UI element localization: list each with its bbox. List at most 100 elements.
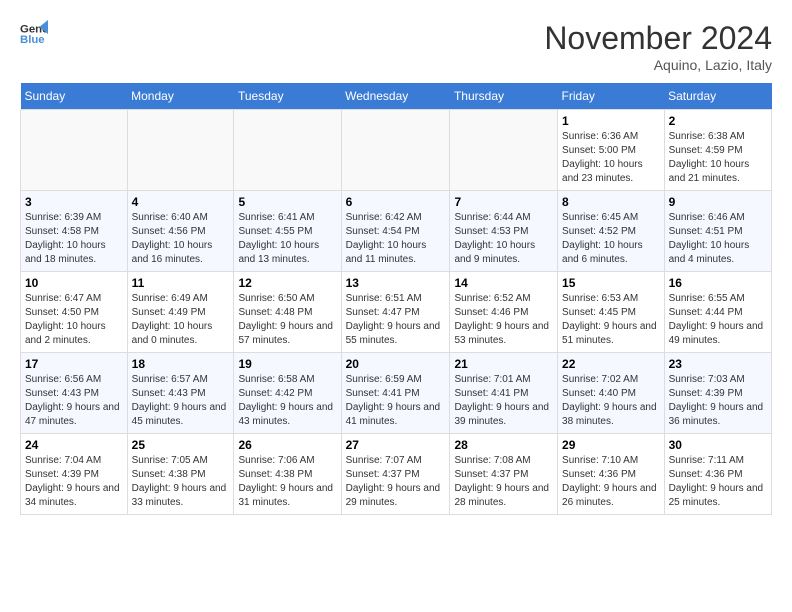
day-info: Sunrise: 7:11 AM Sunset: 4:36 PM Dayligh… bbox=[669, 454, 767, 510]
day-number: 12 bbox=[238, 276, 336, 290]
day-number: 2 bbox=[669, 114, 767, 128]
day-number: 14 bbox=[454, 276, 553, 290]
day-cell: 25Sunrise: 7:05 AM Sunset: 4:38 PM Dayli… bbox=[127, 434, 234, 515]
week-row-4: 17 Sunrise: 6:56 AM Sunset: 4:43 PM Dayli… bbox=[21, 353, 772, 434]
day-cell: 6 Sunrise: 6:42 AM Sunset: 4:54 PM Daylig… bbox=[341, 191, 450, 272]
day-info: Sunrise: 6:45 AM Sunset: 4:52 PM Dayligh… bbox=[562, 211, 660, 267]
day-cell: 19 Sunrise: 6:58 AM Sunset: 4:42 PM Dayli… bbox=[234, 353, 341, 434]
day-info: Sunrise: 6:58 AM Sunset: 4:42 PM Dayligh… bbox=[238, 373, 336, 429]
day-cell: 16 Sunrise: 6:55 AM Sunset: 4:44 PM Dayli… bbox=[664, 272, 771, 353]
day-cell bbox=[234, 110, 341, 191]
day-cell: 9 Sunrise: 6:46 AM Sunset: 4:51 PM Daylig… bbox=[664, 191, 771, 272]
day-number: 9 bbox=[669, 195, 767, 209]
col-monday: Monday bbox=[127, 83, 234, 110]
day-number: 22 bbox=[562, 357, 660, 371]
header-row: Sunday Monday Tuesday Wednesday Thursday… bbox=[21, 83, 772, 110]
day-info: Sunrise: 6:46 AM Sunset: 4:51 PM Dayligh… bbox=[669, 211, 767, 267]
day-info: Sunrise: 6:42 AM Sunset: 4:54 PM Dayligh… bbox=[346, 211, 446, 267]
week-row-5: 24Sunrise: 7:04 AM Sunset: 4:39 PM Dayli… bbox=[21, 434, 772, 515]
location: Aquino, Lazio, Italy bbox=[544, 57, 772, 73]
day-info: Sunrise: 7:10 AM Sunset: 4:36 PM Dayligh… bbox=[562, 454, 660, 510]
col-tuesday: Tuesday bbox=[234, 83, 341, 110]
day-info: Sunrise: 6:51 AM Sunset: 4:47 PM Dayligh… bbox=[346, 292, 446, 348]
day-cell: 30 Sunrise: 7:11 AM Sunset: 4:36 PM Dayli… bbox=[664, 434, 771, 515]
day-number: 15 bbox=[562, 276, 660, 290]
day-info: Sunrise: 6:40 AM Sunset: 4:56 PM Dayligh… bbox=[132, 211, 230, 267]
day-number: 29 bbox=[562, 438, 660, 452]
day-cell: 21Sunrise: 7:01 AM Sunset: 4:41 PM Dayli… bbox=[450, 353, 558, 434]
day-number: 26 bbox=[238, 438, 336, 452]
day-info: Sunrise: 6:44 AM Sunset: 4:53 PM Dayligh… bbox=[454, 211, 553, 267]
day-number: 16 bbox=[669, 276, 767, 290]
day-number: 24 bbox=[25, 438, 123, 452]
col-thursday: Thursday bbox=[450, 83, 558, 110]
day-info: Sunrise: 7:03 AM Sunset: 4:39 PM Dayligh… bbox=[669, 373, 767, 429]
day-cell: 17 Sunrise: 6:56 AM Sunset: 4:43 PM Dayli… bbox=[21, 353, 128, 434]
day-cell: 5 Sunrise: 6:41 AM Sunset: 4:55 PM Daylig… bbox=[234, 191, 341, 272]
month-title: November 2024 bbox=[544, 20, 772, 57]
day-info: Sunrise: 6:56 AM Sunset: 4:43 PM Dayligh… bbox=[25, 373, 123, 429]
day-info: Sunrise: 6:36 AM Sunset: 5:00 PM Dayligh… bbox=[562, 130, 660, 186]
day-cell bbox=[21, 110, 128, 191]
title-area: November 2024 Aquino, Lazio, Italy bbox=[544, 20, 772, 73]
week-row-2: 3 Sunrise: 6:39 AM Sunset: 4:58 PM Daylig… bbox=[21, 191, 772, 272]
day-number: 6 bbox=[346, 195, 446, 209]
day-number: 3 bbox=[25, 195, 123, 209]
week-row-1: 1 Sunrise: 6:36 AM Sunset: 5:00 PM Daylig… bbox=[21, 110, 772, 191]
day-cell: 18Sunrise: 6:57 AM Sunset: 4:43 PM Dayli… bbox=[127, 353, 234, 434]
day-info: Sunrise: 6:53 AM Sunset: 4:45 PM Dayligh… bbox=[562, 292, 660, 348]
day-cell: 26 Sunrise: 7:06 AM Sunset: 4:38 PM Dayli… bbox=[234, 434, 341, 515]
day-info: Sunrise: 6:38 AM Sunset: 4:59 PM Dayligh… bbox=[669, 130, 767, 186]
day-cell: 20Sunrise: 6:59 AM Sunset: 4:41 PM Dayli… bbox=[341, 353, 450, 434]
day-number: 17 bbox=[25, 357, 123, 371]
col-friday: Friday bbox=[558, 83, 665, 110]
week-row-3: 10Sunrise: 6:47 AM Sunset: 4:50 PM Dayli… bbox=[21, 272, 772, 353]
day-info: Sunrise: 6:55 AM Sunset: 4:44 PM Dayligh… bbox=[669, 292, 767, 348]
day-number: 27 bbox=[346, 438, 446, 452]
day-cell: 29 Sunrise: 7:10 AM Sunset: 4:36 PM Dayli… bbox=[558, 434, 665, 515]
day-cell: 8 Sunrise: 6:45 AM Sunset: 4:52 PM Daylig… bbox=[558, 191, 665, 272]
day-cell: 11Sunrise: 6:49 AM Sunset: 4:49 PM Dayli… bbox=[127, 272, 234, 353]
day-number: 30 bbox=[669, 438, 767, 452]
day-number: 23 bbox=[669, 357, 767, 371]
day-cell: 24Sunrise: 7:04 AM Sunset: 4:39 PM Dayli… bbox=[21, 434, 128, 515]
day-cell: 4 Sunrise: 6:40 AM Sunset: 4:56 PM Daylig… bbox=[127, 191, 234, 272]
day-cell bbox=[341, 110, 450, 191]
day-cell: 23 Sunrise: 7:03 AM Sunset: 4:39 PM Dayli… bbox=[664, 353, 771, 434]
calendar-table: Sunday Monday Tuesday Wednesday Thursday… bbox=[20, 83, 772, 515]
day-number: 1 bbox=[562, 114, 660, 128]
day-info: Sunrise: 6:52 AM Sunset: 4:46 PM Dayligh… bbox=[454, 292, 553, 348]
day-info: Sunrise: 7:01 AM Sunset: 4:41 PM Dayligh… bbox=[454, 373, 553, 429]
logo: General Blue bbox=[20, 20, 48, 48]
day-number: 20 bbox=[346, 357, 446, 371]
day-info: Sunrise: 6:50 AM Sunset: 4:48 PM Dayligh… bbox=[238, 292, 336, 348]
page: General Blue November 2024 Aquino, Lazio… bbox=[0, 0, 792, 525]
day-info: Sunrise: 6:41 AM Sunset: 4:55 PM Dayligh… bbox=[238, 211, 336, 267]
day-cell: 10Sunrise: 6:47 AM Sunset: 4:50 PM Dayli… bbox=[21, 272, 128, 353]
day-info: Sunrise: 7:07 AM Sunset: 4:37 PM Dayligh… bbox=[346, 454, 446, 510]
day-cell: 12 Sunrise: 6:50 AM Sunset: 4:48 PM Dayli… bbox=[234, 272, 341, 353]
col-saturday: Saturday bbox=[664, 83, 771, 110]
day-cell: 27 Sunrise: 7:07 AM Sunset: 4:37 PM Dayli… bbox=[341, 434, 450, 515]
day-number: 5 bbox=[238, 195, 336, 209]
day-cell: 7Sunrise: 6:44 AM Sunset: 4:53 PM Daylig… bbox=[450, 191, 558, 272]
day-number: 18 bbox=[132, 357, 230, 371]
day-number: 8 bbox=[562, 195, 660, 209]
day-cell: 2 Sunrise: 6:38 AM Sunset: 4:59 PM Daylig… bbox=[664, 110, 771, 191]
day-cell bbox=[450, 110, 558, 191]
col-wednesday: Wednesday bbox=[341, 83, 450, 110]
day-info: Sunrise: 7:08 AM Sunset: 4:37 PM Dayligh… bbox=[454, 454, 553, 510]
day-number: 19 bbox=[238, 357, 336, 371]
day-cell bbox=[127, 110, 234, 191]
col-sunday: Sunday bbox=[21, 83, 128, 110]
day-info: Sunrise: 6:39 AM Sunset: 4:58 PM Dayligh… bbox=[25, 211, 123, 267]
day-info: Sunrise: 7:06 AM Sunset: 4:38 PM Dayligh… bbox=[238, 454, 336, 510]
day-cell: 3 Sunrise: 6:39 AM Sunset: 4:58 PM Daylig… bbox=[21, 191, 128, 272]
svg-text:Blue: Blue bbox=[20, 34, 45, 46]
day-number: 4 bbox=[132, 195, 230, 209]
day-number: 28 bbox=[454, 438, 553, 452]
day-number: 25 bbox=[132, 438, 230, 452]
day-cell: 13Sunrise: 6:51 AM Sunset: 4:47 PM Dayli… bbox=[341, 272, 450, 353]
logo-icon: General Blue bbox=[20, 20, 48, 48]
day-cell: 22Sunrise: 7:02 AM Sunset: 4:40 PM Dayli… bbox=[558, 353, 665, 434]
